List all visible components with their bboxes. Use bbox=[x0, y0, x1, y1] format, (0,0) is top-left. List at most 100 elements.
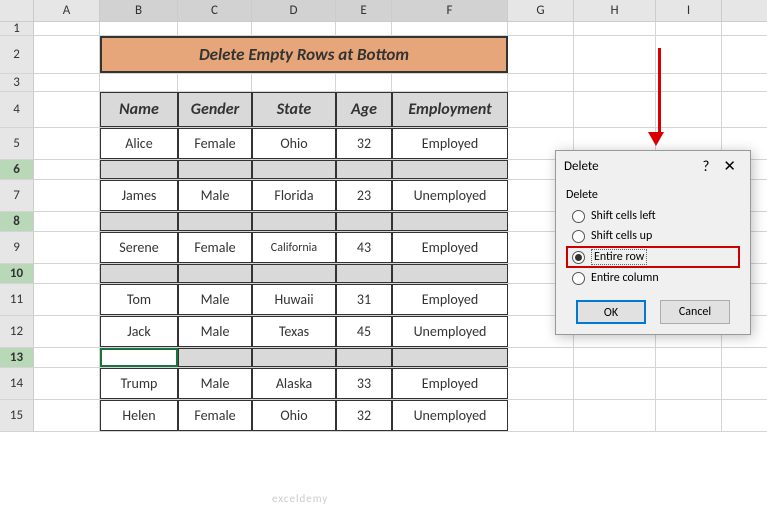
radio-entire-row[interactable]: Entire row bbox=[566, 246, 740, 268]
cell-age[interactable]: 23 bbox=[336, 180, 392, 211]
cell[interactable] bbox=[34, 180, 100, 211]
cell-state[interactable]: Ohio bbox=[252, 128, 336, 159]
radio-shift-cells-up[interactable]: Shift cells up bbox=[566, 226, 740, 246]
cell-name[interactable]: James bbox=[100, 180, 178, 211]
row-header-15[interactable]: 15 bbox=[0, 400, 34, 431]
cell-name[interactable]: Alice bbox=[100, 128, 178, 159]
cancel-button[interactable]: Cancel bbox=[660, 300, 730, 324]
cell[interactable] bbox=[656, 348, 722, 367]
col-header-i[interactable]: I bbox=[656, 0, 722, 21]
cell[interactable] bbox=[252, 22, 336, 35]
row-header-5[interactable]: 5 bbox=[0, 128, 34, 159]
row-header-6[interactable]: 6 bbox=[0, 160, 34, 179]
row-header-7[interactable]: 7 bbox=[0, 180, 34, 211]
cell[interactable] bbox=[252, 264, 336, 283]
row-header-9[interactable]: 9 bbox=[0, 232, 34, 263]
cell[interactable] bbox=[574, 348, 656, 367]
cell-state[interactable]: California bbox=[252, 232, 336, 263]
row-header-10[interactable]: 10 bbox=[0, 264, 34, 283]
cell[interactable] bbox=[392, 212, 508, 231]
cell[interactable] bbox=[100, 22, 178, 35]
cell-gender[interactable]: Female bbox=[178, 128, 252, 159]
cell[interactable] bbox=[178, 212, 252, 231]
cell-age[interactable]: 43 bbox=[336, 232, 392, 263]
cell[interactable] bbox=[178, 264, 252, 283]
cell[interactable] bbox=[252, 74, 336, 91]
cell-age[interactable]: 45 bbox=[336, 316, 392, 347]
cell[interactable] bbox=[392, 22, 508, 35]
cell[interactable] bbox=[100, 264, 178, 283]
cell[interactable] bbox=[178, 348, 252, 367]
cell[interactable] bbox=[100, 212, 178, 231]
select-all-corner[interactable] bbox=[0, 0, 34, 21]
cell-name[interactable]: Tom bbox=[100, 284, 178, 315]
cell-gender[interactable]: Male bbox=[178, 316, 252, 347]
col-header-b[interactable]: B bbox=[100, 0, 178, 21]
cell[interactable] bbox=[34, 284, 100, 315]
radio-entire-column[interactable]: Entire column bbox=[566, 268, 740, 288]
cell-emp[interactable]: Unemployed bbox=[392, 180, 508, 211]
cell[interactable] bbox=[392, 348, 508, 367]
cell[interactable] bbox=[392, 264, 508, 283]
cell[interactable] bbox=[508, 22, 574, 35]
cell[interactable] bbox=[178, 74, 252, 91]
row-header-12[interactable]: 12 bbox=[0, 316, 34, 347]
radio-shift-cells-left[interactable]: Shift cells left bbox=[566, 206, 740, 226]
cell-emp[interactable]: Unemployed bbox=[392, 316, 508, 347]
close-icon[interactable]: ✕ bbox=[717, 157, 742, 176]
cell-emp[interactable]: Unemployed bbox=[392, 400, 508, 431]
cell[interactable] bbox=[34, 368, 100, 399]
cell[interactable] bbox=[574, 36, 656, 73]
cell[interactable] bbox=[34, 36, 100, 73]
cell[interactable] bbox=[508, 36, 574, 73]
cell[interactable] bbox=[508, 92, 574, 127]
cell[interactable] bbox=[252, 160, 336, 179]
cell[interactable] bbox=[574, 92, 656, 127]
cell-state[interactable]: Huwaii bbox=[252, 284, 336, 315]
cell-emp[interactable]: Employed bbox=[392, 368, 508, 399]
cell[interactable] bbox=[252, 348, 336, 367]
col-header-c[interactable]: C bbox=[178, 0, 252, 21]
cell-state[interactable]: Alaska bbox=[252, 368, 336, 399]
cell-gender[interactable]: Male bbox=[178, 284, 252, 315]
cell-name[interactable]: Trump bbox=[100, 368, 178, 399]
cell[interactable] bbox=[34, 160, 100, 179]
header-name[interactable]: Name bbox=[100, 92, 178, 127]
cell[interactable] bbox=[34, 264, 100, 283]
help-icon[interactable]: ? bbox=[694, 158, 717, 176]
cell[interactable] bbox=[574, 22, 656, 35]
title-cell[interactable]: Delete Empty Rows at Bottom bbox=[100, 36, 508, 73]
cell[interactable] bbox=[34, 400, 100, 431]
header-age[interactable]: Age bbox=[336, 92, 392, 127]
col-header-h[interactable]: H bbox=[574, 0, 656, 21]
cell-gender[interactable]: Female bbox=[178, 232, 252, 263]
row-header-11[interactable]: 11 bbox=[0, 284, 34, 315]
cell[interactable] bbox=[508, 400, 574, 431]
cell-name[interactable]: Serene bbox=[100, 232, 178, 263]
header-gender[interactable]: Gender bbox=[178, 92, 252, 127]
cell-age[interactable]: 31 bbox=[336, 284, 392, 315]
dialog-titlebar[interactable]: Delete ? ✕ bbox=[556, 151, 750, 182]
cell-state[interactable]: Florida bbox=[252, 180, 336, 211]
cell[interactable] bbox=[392, 74, 508, 91]
cell[interactable] bbox=[100, 160, 178, 179]
cell[interactable] bbox=[34, 232, 100, 263]
cell[interactable] bbox=[34, 316, 100, 347]
cell[interactable] bbox=[656, 36, 722, 73]
row-header-8[interactable]: 8 bbox=[0, 212, 34, 231]
cell[interactable] bbox=[34, 92, 100, 127]
cell[interactable] bbox=[656, 92, 722, 127]
row-header-4[interactable]: 4 bbox=[0, 92, 34, 127]
cell-gender[interactable]: Male bbox=[178, 180, 252, 211]
cell-emp[interactable]: Employed bbox=[392, 232, 508, 263]
cell-age[interactable]: 32 bbox=[336, 128, 392, 159]
row-header-14[interactable]: 14 bbox=[0, 368, 34, 399]
cell-state[interactable]: Ohio bbox=[252, 400, 336, 431]
cell-age[interactable]: 32 bbox=[336, 400, 392, 431]
cell-gender[interactable]: Male bbox=[178, 368, 252, 399]
cell[interactable] bbox=[336, 160, 392, 179]
cell[interactable] bbox=[100, 74, 178, 91]
row-header-1[interactable]: 1 bbox=[0, 22, 34, 35]
col-header-a[interactable]: A bbox=[34, 0, 100, 21]
row-header-3[interactable]: 3 bbox=[0, 74, 34, 91]
